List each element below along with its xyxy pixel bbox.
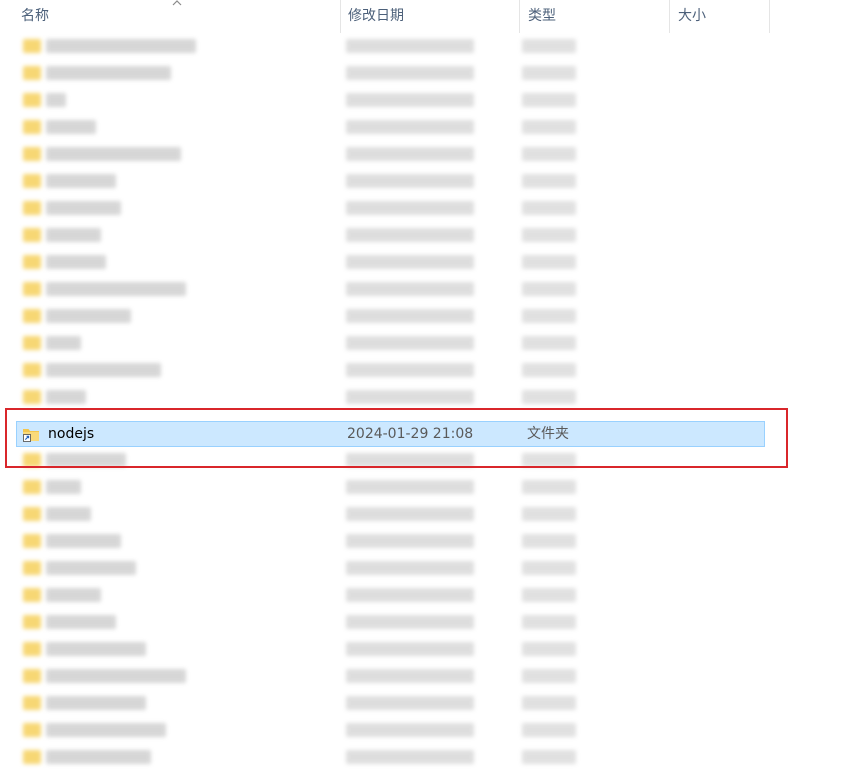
list-item[interactable]	[0, 303, 849, 330]
list-item[interactable]	[0, 744, 849, 771]
folder-icon	[23, 228, 41, 242]
list-item[interactable]	[0, 60, 849, 87]
folder-icon	[23, 282, 41, 296]
file-explorer-list: 名称 修改日期 类型 大小 nodejs 2024-01-29 21:08 文件…	[0, 0, 849, 772]
list-item[interactable]	[0, 663, 849, 690]
folder-icon	[23, 696, 41, 710]
list-item[interactable]	[0, 141, 849, 168]
folder-icon	[23, 723, 41, 737]
folder-icon	[23, 93, 41, 107]
column-header-size[interactable]: 大小	[670, 0, 770, 33]
list-item[interactable]	[0, 609, 849, 636]
column-header-bar: 名称 修改日期 类型 大小	[0, 0, 849, 33]
list-item[interactable]	[0, 555, 849, 582]
list-item[interactable]	[0, 33, 849, 60]
column-header-type[interactable]: 类型	[520, 0, 670, 33]
list-item[interactable]	[0, 276, 849, 303]
column-header-name[interactable]: 名称	[13, 0, 340, 33]
list-item[interactable]	[0, 249, 849, 276]
folder-icon	[23, 750, 41, 764]
list-item[interactable]	[0, 447, 849, 474]
list-item[interactable]	[0, 195, 849, 222]
folder-icon	[23, 615, 41, 629]
selected-item-type: 文件夹	[527, 426, 569, 442]
selected-item-name: nodejs	[48, 426, 95, 442]
selected-item-date: 2024-01-29 21:08	[347, 426, 474, 442]
list-item[interactable]	[0, 690, 849, 717]
list-item[interactable]	[0, 474, 849, 501]
folder-icon	[23, 390, 41, 404]
list-item[interactable]	[0, 582, 849, 609]
folder-icon	[23, 669, 41, 683]
list-item[interactable]	[0, 384, 849, 411]
folder-icon	[23, 336, 41, 350]
folder-icon	[23, 255, 41, 269]
list-item[interactable]	[0, 717, 849, 744]
column-header-date-modified[interactable]: 修改日期	[340, 0, 520, 33]
folder-icon	[23, 39, 41, 53]
column-divider[interactable]	[769, 0, 770, 33]
list-item[interactable]	[0, 357, 849, 384]
folder-icon	[23, 363, 41, 377]
folder-icon	[23, 534, 41, 548]
folder-icon	[23, 120, 41, 134]
folder-shortcut-icon	[23, 429, 39, 442]
folder-icon	[23, 453, 41, 467]
list-item[interactable]	[0, 87, 849, 114]
folder-icon	[23, 588, 41, 602]
folder-icon	[23, 561, 41, 575]
folder-icon	[23, 66, 41, 80]
list-item[interactable]	[0, 501, 849, 528]
list-item[interactable]	[0, 528, 849, 555]
folder-icon	[23, 201, 41, 215]
list-item[interactable]	[0, 636, 849, 663]
list-item[interactable]	[0, 330, 849, 357]
list-item-selected[interactable]: nodejs 2024-01-29 21:08 文件夹	[16, 421, 765, 447]
folder-icon	[23, 642, 41, 656]
list-item[interactable]	[0, 114, 849, 141]
list-item[interactable]	[0, 168, 849, 195]
folder-icon	[23, 147, 41, 161]
folder-icon	[23, 507, 41, 521]
list-item[interactable]	[0, 222, 849, 249]
folder-icon	[23, 480, 41, 494]
folder-icon	[23, 309, 41, 323]
folder-icon	[23, 174, 41, 188]
